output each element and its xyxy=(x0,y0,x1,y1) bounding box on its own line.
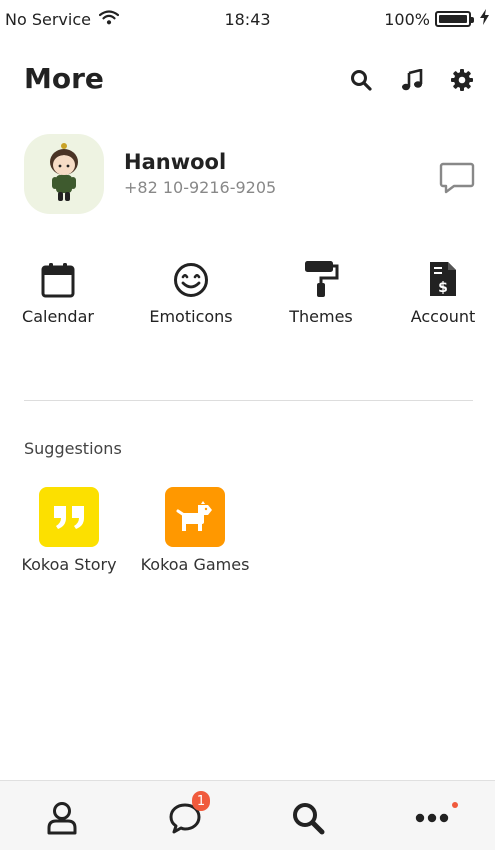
suggestion-label: Kokoa Story xyxy=(21,555,117,574)
tab-friends[interactable] xyxy=(42,798,82,838)
avatar[interactable] xyxy=(24,134,104,214)
gear-icon xyxy=(451,69,473,91)
page-title: More xyxy=(24,62,104,95)
search-icon xyxy=(293,803,325,835)
shortcut-label: Calendar xyxy=(22,307,94,326)
more-notification-dot xyxy=(452,802,458,808)
tab-more[interactable] xyxy=(412,798,452,838)
search-button[interactable] xyxy=(347,66,375,94)
shortcut-label: Emoticons xyxy=(149,307,233,326)
suggestion-kokoa-games[interactable]: Kokoa Games xyxy=(135,487,255,574)
music-note-icon xyxy=(402,69,423,91)
charging-icon xyxy=(480,9,489,29)
shortcut-themes[interactable]: Themes xyxy=(266,256,376,326)
search-icon xyxy=(351,70,372,91)
suggestion-label: Kokoa Games xyxy=(140,555,250,574)
settings-button[interactable] xyxy=(448,66,476,94)
my-chat-button[interactable] xyxy=(438,158,476,198)
battery-percent: 100% xyxy=(384,9,430,29)
tab-search[interactable] xyxy=(288,798,328,838)
profile-phone: +82 10-9216-9205 xyxy=(124,178,277,197)
chats-unread-badge: 1 xyxy=(192,791,210,811)
invoice-dollar-icon: $ xyxy=(388,256,495,298)
shortcut-calendar[interactable]: Calendar xyxy=(3,256,113,326)
quote-icon xyxy=(39,487,99,547)
smiley-icon xyxy=(136,256,246,298)
status-battery: 100% xyxy=(384,9,489,29)
shortcut-account[interactable]: $ Account xyxy=(388,256,495,326)
shortcut-label: Account xyxy=(410,307,476,326)
svg-text:$: $ xyxy=(438,280,448,296)
ellipsis-icon xyxy=(415,813,449,823)
paint-roller-icon xyxy=(266,256,376,298)
profile-name[interactable]: Hanwool xyxy=(124,150,226,174)
suggestion-kokoa-story[interactable]: Kokoa Story xyxy=(9,487,129,574)
avatar-character-image xyxy=(50,143,78,201)
chat-bubble-outline-icon xyxy=(439,162,475,194)
shortcut-label: Themes xyxy=(289,307,353,326)
divider xyxy=(24,400,473,401)
calendar-icon xyxy=(3,256,113,298)
person-icon xyxy=(47,802,77,835)
battery-icon xyxy=(435,11,474,27)
suggestions-title: Suggestions xyxy=(24,439,122,458)
shortcut-emoticons[interactable]: Emoticons xyxy=(136,256,246,326)
dog-icon xyxy=(165,487,225,547)
music-button[interactable] xyxy=(398,66,426,94)
